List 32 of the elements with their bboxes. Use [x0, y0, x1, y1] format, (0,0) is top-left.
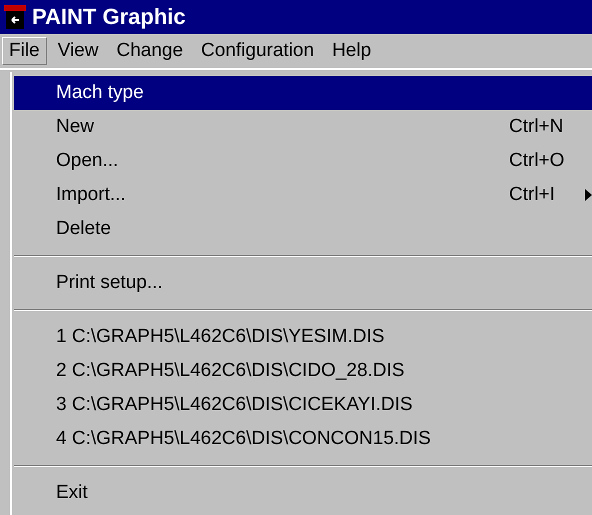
menu-item[interactable]: Open... Ctrl+O [14, 144, 592, 178]
menu-item[interactable]: 2 C:\GRAPH5\L462C6\DIS\CIDO_28.DIS [14, 354, 592, 388]
menu-item[interactable]: New Ctrl+N [14, 110, 592, 144]
shortcut-label: Ctrl+I [509, 184, 556, 206]
menu-item[interactable]: Print setup... [14, 266, 592, 300]
menu-item-label: Open... [56, 150, 120, 172]
menu-item-label: Import... [56, 184, 127, 206]
menu-bar-item[interactable]: Change [109, 37, 190, 65]
window-title: PAINT Graphic [32, 4, 186, 30]
menu-item[interactable]: Delete [14, 212, 592, 246]
shortcut-label: Ctrl+N [509, 116, 564, 138]
menu-item[interactable]: Exit [14, 476, 592, 510]
menu-item[interactable]: Import... Ctrl+I [14, 178, 592, 212]
menu-item-label: 4 C:\GRAPH5\L462C6\DIS\CONCON15.DIS [56, 428, 432, 450]
menu-bar-item[interactable]: View [50, 37, 106, 65]
menu-item-label: Exit [56, 482, 89, 504]
menu-bar-item[interactable]: Help [325, 37, 378, 65]
menu-item-label: Mach type [56, 82, 145, 104]
menu-item-label: 2 C:\GRAPH5\L462C6\DIS\CIDO_28.DIS [56, 360, 406, 382]
menu-item-label: Delete [56, 218, 112, 240]
menu-item-label: Print setup... [56, 272, 164, 294]
menu-item-label: New [56, 116, 96, 138]
menu-item[interactable]: 3 C:\GRAPH5\L462C6\DIS\CICEKAYI.DIS [14, 388, 592, 422]
menu-item[interactable]: 1 C:\GRAPH5\L462C6\DIS\YESIM.DIS [14, 320, 592, 354]
menu-bar-item[interactable]: Configuration [194, 37, 322, 65]
menu-item[interactable]: Mach type [14, 76, 592, 110]
menu-item[interactable]: 4 C:\GRAPH5\L462C6\DIS\CONCON15.DIS [14, 422, 592, 456]
shortcut-label: Ctrl+O [509, 150, 566, 172]
menu-item-label: 1 C:\GRAPH5\L462C6\DIS\YESIM.DIS [56, 326, 386, 348]
menu-bar-item[interactable]: File [2, 37, 47, 65]
menu-item-label: 3 C:\GRAPH5\L462C6\DIS\CICEKAYI.DIS [56, 394, 414, 416]
app-icon [4, 5, 26, 29]
